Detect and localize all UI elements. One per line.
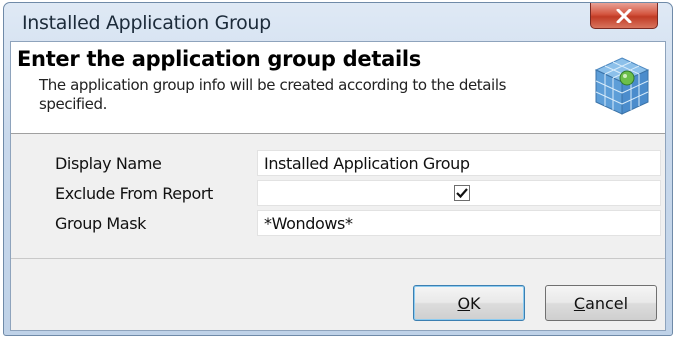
ok-button[interactable]: OK (413, 285, 525, 321)
group-mask-field[interactable]: *Wondows* (257, 210, 661, 236)
dialog-client-area: Enter the application group details The … (10, 41, 666, 331)
display-name-label: Display Name (55, 154, 162, 173)
exclude-from-report-checkbox[interactable] (454, 185, 470, 201)
dialog-window: Installed Application Group Enter the ap… (3, 2, 673, 336)
cancel-mnemonic: C (573, 293, 586, 313)
exclude-from-report-label: Exclude From Report (55, 184, 213, 203)
header-title: Enter the application group details (17, 47, 421, 71)
exclude-from-report-cell (257, 180, 661, 206)
title-bar[interactable]: Installed Application Group (4, 3, 672, 41)
window-title: Installed Application Group (22, 12, 271, 34)
group-mask-row: Group Mask *Wondows* (11, 208, 665, 238)
dialog-header: Enter the application group details The … (11, 42, 665, 134)
header-description: The application group info will be creat… (39, 76, 507, 113)
application-cube-icon (594, 57, 650, 115)
close-button[interactable] (590, 3, 658, 29)
cancel-button[interactable]: Cancel (545, 285, 657, 321)
details-form: Display Name Installed Application Group… (11, 134, 665, 246)
checkmark-icon (456, 188, 468, 199)
display-name-field[interactable]: Installed Application Group (257, 150, 661, 176)
button-bar: OK Cancel (11, 258, 665, 332)
display-name-row: Display Name Installed Application Group (11, 148, 665, 178)
exclude-from-report-row: Exclude From Report (11, 178, 665, 208)
ok-mnemonic: O (457, 293, 471, 313)
ok-label-rest: K (470, 293, 481, 313)
close-icon (616, 8, 632, 23)
group-mask-label: Group Mask (55, 214, 147, 233)
cancel-label-rest: ancel (585, 293, 629, 313)
